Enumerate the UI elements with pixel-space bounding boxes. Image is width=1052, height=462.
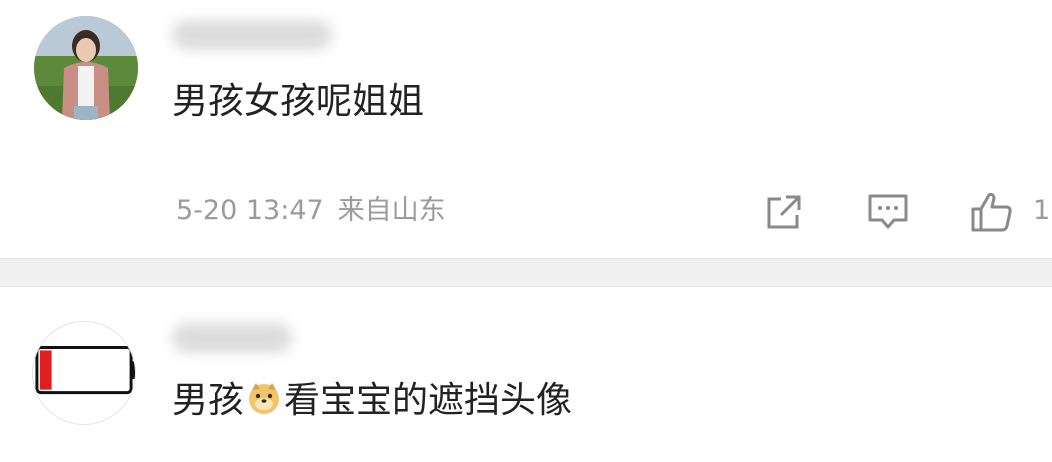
battery-avatar-icon — [33, 322, 135, 424]
comment-text: 男孩 看宝宝的遮挡头像 — [172, 379, 572, 423]
like-count: 1 — [1033, 195, 1051, 226]
comment-list: 男孩女孩呢姐姐 5-20 13:47 来自山东 1 男孩 看宝宝的遮挡头像 — [0, 0, 1052, 462]
thumbs-up-icon — [971, 192, 1012, 232]
comment-divider — [0, 258, 1052, 287]
username[interactable] — [172, 20, 332, 50]
comment-item[interactable]: 男孩女孩呢姐姐 5-20 13:47 来自山东 1 — [0, 0, 1052, 258]
share-icon — [767, 195, 801, 229]
share-button[interactable] — [762, 190, 806, 234]
comment-item[interactable]: 男孩 看宝宝的遮挡头像 — [0, 287, 1052, 462]
comment-meta: 5-20 13:47 来自山东 — [176, 193, 446, 229]
doge-emoji-icon — [249, 383, 280, 414]
comment-text-part: 男孩 — [172, 380, 245, 421]
reply-icon — [868, 194, 908, 229]
reply-button[interactable] — [866, 190, 910, 234]
comment-text-part: 看宝宝的遮挡头像 — [284, 380, 573, 421]
photo-avatar-icon — [34, 16, 138, 120]
comment-location: 来自山东 — [337, 195, 446, 226]
user-avatar[interactable] — [32, 321, 136, 425]
like-button[interactable] — [970, 190, 1014, 234]
username[interactable] — [172, 323, 292, 353]
user-avatar[interactable] — [34, 16, 138, 120]
comment-text: 男孩女孩呢姐姐 — [172, 81, 425, 122]
comment-time: 5-20 13:47 — [176, 195, 324, 226]
